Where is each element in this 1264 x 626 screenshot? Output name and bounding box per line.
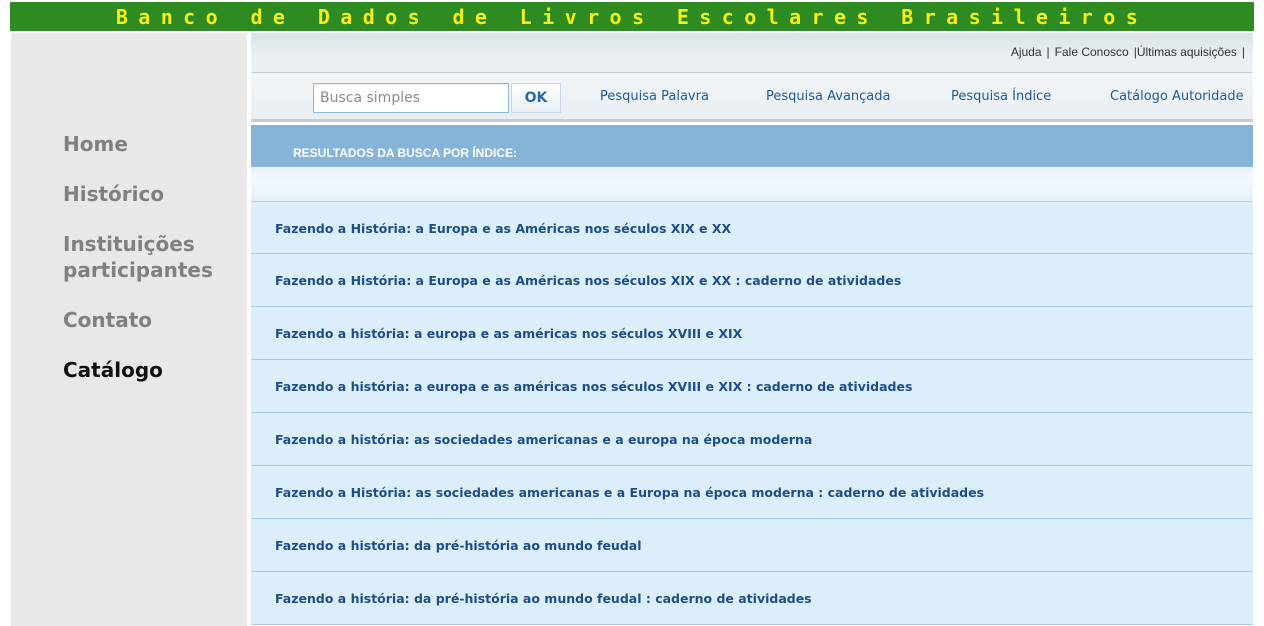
result-row: Fazendo a história: da pré-história ao m… xyxy=(251,519,1253,572)
result-row: Fazendo a história: a europa e as améric… xyxy=(251,360,1253,413)
utility-bar: Ajuda | Fale Conosco |Últimas aquisições | xyxy=(251,33,1253,73)
help-link[interactable]: Ajuda xyxy=(1011,45,1042,59)
result-row: Fazendo a História: a Europa e as Améric… xyxy=(251,201,1253,254)
result-row: Fazendo a história: da pré-história ao m… xyxy=(251,572,1253,625)
sidebar: Home Histórico Instituições participante… xyxy=(11,33,247,626)
result-row: Fazendo a História: a Europa e as Améric… xyxy=(251,254,1253,307)
results-subheader xyxy=(251,167,1253,201)
search-bar: OK Pesquisa Palavra Pesquisa Avançada Pe… xyxy=(251,73,1253,122)
result-link[interactable]: Fazendo a história: as sociedades americ… xyxy=(275,432,812,447)
sidebar-item-instituicoes[interactable]: Instituições participantes xyxy=(63,231,247,283)
result-link[interactable]: Fazendo a História: a Europa e as Améric… xyxy=(275,221,731,236)
sidebar-nav: Home Histórico Instituições participante… xyxy=(63,131,247,407)
search-input[interactable] xyxy=(313,83,509,113)
authority-catalog-link[interactable]: Catálogo Autoridade xyxy=(1110,89,1244,104)
result-link[interactable]: Fazendo a história: a europa e as améric… xyxy=(275,379,912,394)
sidebar-item-catalogo[interactable]: Catálogo xyxy=(63,357,247,383)
results-list: Fazendo a História: a Europa e as Améric… xyxy=(251,201,1253,625)
index-search-link[interactable]: Pesquisa Índice xyxy=(951,89,1051,104)
search-word-link[interactable]: Pesquisa Palavra xyxy=(600,89,709,104)
results-header: RESULTADOS DA BUSCA POR ÍNDICE: xyxy=(251,125,1253,167)
utility-links: Ajuda | Fale Conosco |Últimas aquisições | xyxy=(1011,45,1245,59)
separator: | xyxy=(1046,45,1050,59)
result-row: Fazendo a história: as sociedades americ… xyxy=(251,413,1253,466)
result-link[interactable]: Fazendo a História: as sociedades americ… xyxy=(275,485,984,500)
advanced-search-link[interactable]: Pesquisa Avançada xyxy=(766,89,890,104)
site-title: Banco de Dados de Livros Escolares Brasi… xyxy=(115,4,1149,29)
main-content: Ajuda|Fale Conosco|Últimas aquisições| O… xyxy=(251,33,1253,626)
result-link[interactable]: Fazendo a história: da pré-história ao m… xyxy=(275,538,642,553)
search-ok-button[interactable]: OK xyxy=(511,83,561,113)
result-link[interactable]: Fazendo a história: da pré-história ao m… xyxy=(275,591,812,606)
result-link[interactable]: Fazendo a história: a europa e as améric… xyxy=(275,326,742,341)
sidebar-item-historico[interactable]: Histórico xyxy=(63,181,247,207)
sidebar-item-home[interactable]: Home xyxy=(63,131,247,157)
contact-link[interactable]: Fale Conosco xyxy=(1055,45,1129,59)
result-link[interactable]: Fazendo a História: a Europa e as Améric… xyxy=(275,273,901,288)
separator: | xyxy=(1241,45,1245,59)
site-title-bar: Banco de Dados de Livros Escolares Brasi… xyxy=(10,2,1254,31)
result-row: Fazendo a História: as sociedades americ… xyxy=(251,466,1253,519)
results-title: RESULTADOS DA BUSCA POR ÍNDICE: xyxy=(293,146,518,160)
result-row: Fazendo a história: a europa e as améric… xyxy=(251,307,1253,360)
sidebar-item-contato[interactable]: Contato xyxy=(63,307,247,333)
latest-acquisitions-link[interactable]: Últimas aquisições xyxy=(1137,45,1237,59)
